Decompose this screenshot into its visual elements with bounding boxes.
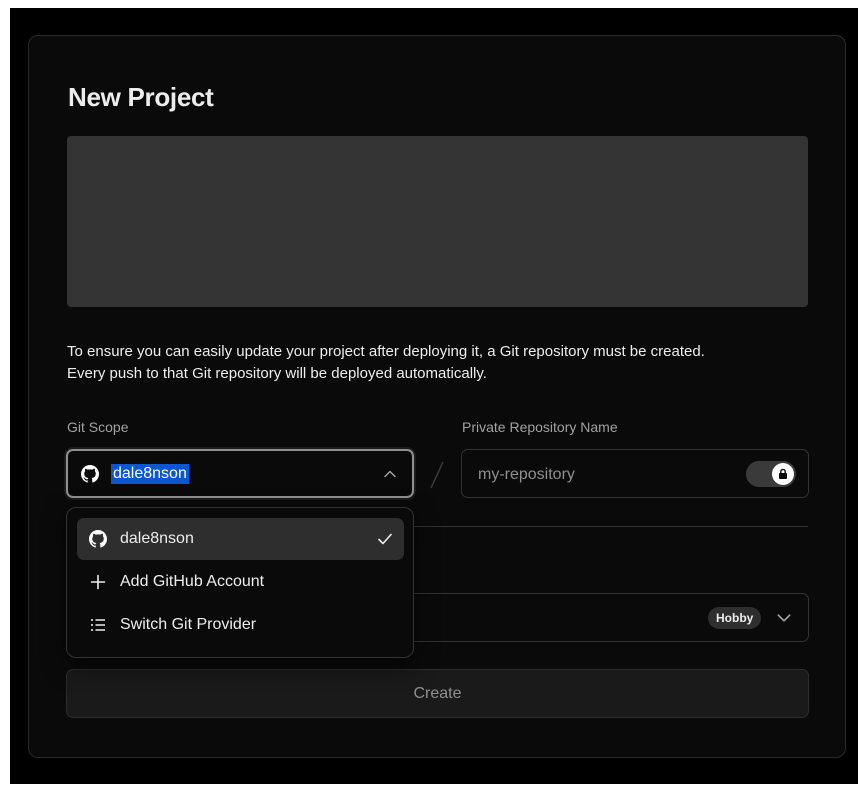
- description: To ensure you can easily update your pro…: [67, 341, 827, 385]
- github-icon: [88, 529, 108, 549]
- menu-item-account[interactable]: dale8nson: [77, 518, 404, 560]
- github-icon: [81, 464, 99, 483]
- check-icon: [378, 533, 392, 545]
- menu-item-label: dale8nson: [120, 530, 194, 547]
- list-icon: [88, 615, 108, 635]
- chevron-up-icon: [384, 470, 396, 478]
- menu-item-label: Switch Git Provider: [120, 616, 257, 633]
- description-line-1: To ensure you can easily update your pro…: [67, 343, 705, 360]
- lock-icon: [779, 468, 787, 479]
- page-title: New Project: [68, 82, 214, 112]
- git-scope-dropdown: dale8nson Add GitHub Account Switch Git …: [66, 507, 414, 658]
- chevron-down-icon: [777, 614, 791, 622]
- git-scope-value: dale8nson: [111, 463, 189, 484]
- toggle-knob: [772, 463, 794, 485]
- repo-name-field: [461, 449, 809, 498]
- plus-icon: [88, 572, 108, 592]
- plan-badge: Hobby: [708, 607, 762, 629]
- git-scope-select[interactable]: dale8nson: [66, 449, 414, 498]
- description-line-2: Every push to that Git repository will b…: [67, 365, 487, 382]
- menu-item-switch-git-provider[interactable]: Switch Git Provider: [77, 604, 404, 646]
- menu-item-label: Add GitHub Account: [120, 573, 265, 590]
- slash-separator: [430, 461, 444, 489]
- git-scope-label: Git Scope: [67, 419, 129, 435]
- repo-name-label: Private Repository Name: [462, 419, 618, 435]
- section-divider: [414, 526, 808, 527]
- create-button[interactable]: Create: [66, 669, 809, 718]
- repo-name-input[interactable]: [476, 463, 740, 487]
- project-preview: [67, 136, 808, 307]
- private-toggle[interactable]: [746, 461, 796, 487]
- menu-item-add-github-account[interactable]: Add GitHub Account: [77, 561, 404, 603]
